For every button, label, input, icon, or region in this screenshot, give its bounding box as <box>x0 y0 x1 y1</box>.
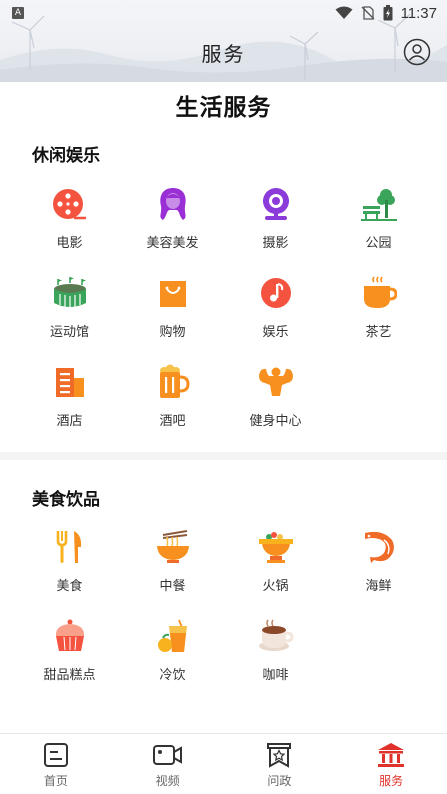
tab-label: 服务 <box>379 774 404 788</box>
battery-charging-icon <box>383 5 393 21</box>
shrimp-icon <box>364 531 394 563</box>
tab-label: 问政 <box>267 774 292 788</box>
no-sim-icon <box>361 6 375 20</box>
service-label: 运动馆 <box>49 325 89 340</box>
cupcake-icon <box>55 619 84 651</box>
service-item-cold-drink[interactable]: 冷饮 <box>121 604 224 693</box>
section-title-leisure: 休闲娱乐 <box>32 146 100 166</box>
fork-knife-icon <box>56 531 81 563</box>
status-bar: A 11:37 <box>0 0 447 26</box>
service-hall-icon <box>378 743 405 767</box>
service-label: 购物 <box>159 325 186 340</box>
service-item-shopping[interactable]: 购物 <box>121 261 224 350</box>
app-notification-icon: A <box>12 7 24 19</box>
section-heading: 生活服务 <box>175 95 272 121</box>
inquiry-bookmark-icon <box>267 743 292 768</box>
tab-inquiry[interactable]: 问政 <box>224 734 336 794</box>
beer-mug-icon <box>159 364 190 398</box>
service-item-hotpot[interactable]: 火锅 <box>224 515 327 604</box>
hotel-building-icon <box>55 368 84 397</box>
service-label: 娱乐 <box>262 325 289 340</box>
food-grid: 美食 中餐 火锅 海鲜 甜品糕点 冷饮 咖啡 <box>18 515 430 693</box>
cold-drink-icon <box>157 619 187 652</box>
hair-salon-icon <box>159 188 186 220</box>
park-bench-icon <box>360 189 397 221</box>
service-item-hotel[interactable]: 酒店 <box>18 350 121 439</box>
noodle-bowl-icon <box>156 530 189 563</box>
service-label: 酒店 <box>56 414 83 429</box>
service-label: 中餐 <box>159 579 186 594</box>
service-item-seafood[interactable]: 海鲜 <box>327 515 430 604</box>
service-label: 美食 <box>56 579 83 594</box>
coffee-cup-icon <box>258 619 294 651</box>
bottom-tab-bar: 首页 视频 问政 服务 <box>0 733 447 794</box>
service-item-food[interactable]: 美食 <box>18 515 121 604</box>
film-reel-icon <box>52 189 86 220</box>
service-item-entertainment[interactable]: 娱乐 <box>224 261 327 350</box>
service-label: 电影 <box>56 236 83 251</box>
service-label: 海鲜 <box>365 579 392 594</box>
section-title-food: 美食饮品 <box>32 490 100 510</box>
tab-home[interactable]: 首页 <box>0 734 112 794</box>
hotpot-icon <box>258 532 293 563</box>
service-label: 火锅 <box>262 579 289 594</box>
service-item-bar[interactable]: 酒吧 <box>121 350 224 439</box>
shopping-bag-icon <box>159 281 186 307</box>
webcam-icon <box>262 188 289 220</box>
service-label: 冷饮 <box>159 668 186 683</box>
stadium-icon <box>53 277 86 307</box>
service-label: 酒吧 <box>159 414 186 429</box>
service-label: 公园 <box>365 236 392 251</box>
service-label: 美容美发 <box>146 236 199 251</box>
section-divider <box>0 452 447 460</box>
service-item-dessert[interactable]: 甜品糕点 <box>18 604 121 693</box>
clock: 11:37 <box>400 4 437 22</box>
tab-label: 首页 <box>43 774 68 788</box>
service-item-park[interactable]: 公园 <box>327 172 430 261</box>
home-doc-icon <box>43 743 68 767</box>
service-item-stadium[interactable]: 运动馆 <box>18 261 121 350</box>
service-label: 健身中心 <box>249 414 302 429</box>
service-item-tea[interactable]: 茶艺 <box>327 261 430 350</box>
leisure-grid: 电影 美容美发 摄影 公园 运动馆 购物 娱乐 茶艺 酒店 酒吧 健身中心 <box>18 172 430 439</box>
music-note-icon <box>260 278 291 308</box>
video-camera-icon <box>152 745 182 765</box>
service-item-chinese-food[interactable]: 中餐 <box>121 515 224 604</box>
service-item-fitness[interactable]: 健身中心 <box>224 350 327 439</box>
wifi-icon <box>335 6 353 19</box>
service-item-movie[interactable]: 电影 <box>18 172 121 261</box>
fitness-muscle-icon <box>258 367 293 396</box>
service-label: 茶艺 <box>365 325 392 340</box>
tab-label: 视频 <box>155 774 180 788</box>
header: A 11:37 服务 <box>0 0 447 82</box>
page-title: 服务 <box>201 41 246 66</box>
user-profile-icon[interactable] <box>403 38 431 66</box>
service-item-photography[interactable]: 摄影 <box>224 172 327 261</box>
service-item-beauty[interactable]: 美容美发 <box>121 172 224 261</box>
service-label: 摄影 <box>262 236 289 251</box>
service-label: 甜品糕点 <box>43 668 96 683</box>
tab-service[interactable]: 服务 <box>335 734 447 794</box>
tea-cup-icon <box>363 276 397 308</box>
service-label: 咖啡 <box>262 668 289 683</box>
service-item-coffee[interactable]: 咖啡 <box>224 604 327 693</box>
tab-video[interactable]: 视频 <box>112 734 224 794</box>
